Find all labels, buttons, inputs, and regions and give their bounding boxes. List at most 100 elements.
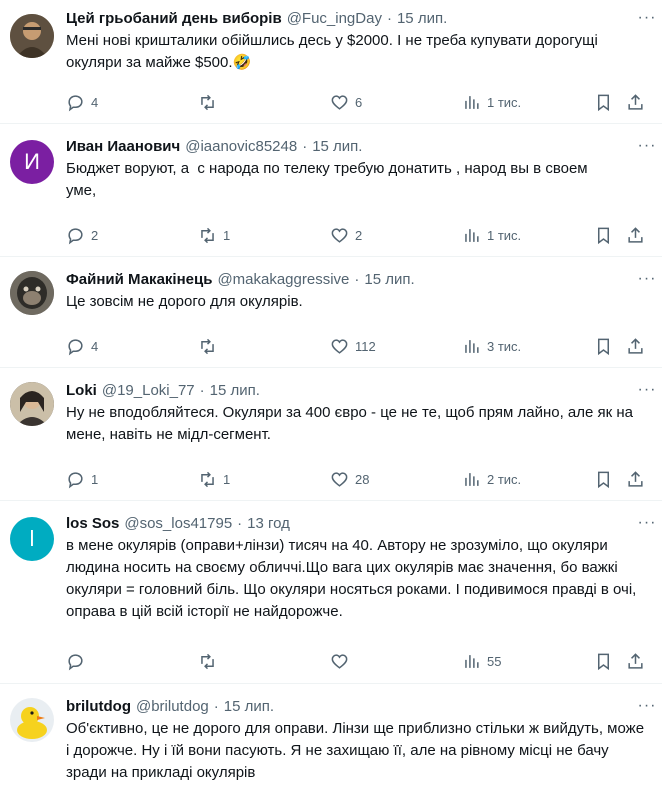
- avatar[interactable]: [10, 14, 54, 58]
- heart-icon: [331, 338, 348, 354]
- view-count: 1 тис.: [487, 94, 522, 110]
- reply-icon: [68, 338, 83, 355]
- reply-icon: [68, 227, 83, 244]
- views-button[interactable]: 1 тис.: [462, 226, 521, 245]
- tweet[interactable]: Loki @19_Loki_77 · 15 лип. Ну не вподобл…: [0, 368, 662, 501]
- timestamp[interactable]: 15 лип.: [364, 271, 414, 288]
- more-options-button[interactable]: ···: [636, 136, 658, 156]
- timestamp[interactable]: 15 лип.: [397, 10, 447, 27]
- avatar[interactable]: И: [10, 140, 54, 184]
- timestamp[interactable]: 15 лип.: [210, 382, 260, 399]
- author-handle[interactable]: @iaanovic85248: [185, 138, 297, 155]
- more-options-button[interactable]: ···: [636, 269, 658, 289]
- reply-icon: [68, 94, 83, 111]
- avatar[interactable]: [10, 698, 54, 742]
- timestamp[interactable]: 13 год: [247, 515, 290, 532]
- share-button[interactable]: [626, 226, 645, 245]
- views-button[interactable]: 55: [462, 652, 501, 671]
- retweet-icon: [201, 227, 214, 243]
- views-chart-icon: [465, 472, 479, 486]
- author-name[interactable]: Цей грьобаний день виборів: [66, 10, 282, 27]
- author-name[interactable]: los Sos: [66, 515, 119, 532]
- reply-button[interactable]: 1: [66, 470, 98, 489]
- like-button[interactable]: 112: [330, 337, 376, 356]
- reply-button[interactable]: 2: [66, 226, 98, 245]
- timestamp[interactable]: 15 лип.: [224, 698, 274, 715]
- retweet-icon: [201, 94, 214, 110]
- author-handle[interactable]: @makakaggressive: [217, 271, 349, 288]
- timestamp[interactable]: 15 лип.: [312, 138, 362, 155]
- more-options-button[interactable]: ···: [636, 513, 658, 533]
- tweet-text: Ну не вподобляйтеся. Окуляри за 400 євро…: [66, 404, 638, 443]
- author-handle[interactable]: @19_Loki_77: [102, 382, 195, 399]
- reply-button[interactable]: [66, 652, 91, 671]
- bookmark-button[interactable]: [594, 93, 613, 112]
- reply-count: 1: [91, 471, 99, 487]
- tweet-text: Бюджет воруют, а с народа по телеку треб…: [66, 160, 592, 199]
- tweet[interactable]: Файний Макакінець @makakaggressive · 15 …: [0, 257, 662, 368]
- bookmark-button[interactable]: [594, 652, 613, 671]
- reply-button[interactable]: 4: [66, 93, 98, 112]
- bookmark-icon: [597, 338, 610, 355]
- share-icon: [628, 93, 643, 110]
- bookmark-button[interactable]: [594, 337, 613, 356]
- author-name[interactable]: Файний Макакінець: [66, 271, 212, 288]
- author-handle[interactable]: @brilutdog: [136, 698, 209, 715]
- person-photo-icon: [10, 382, 54, 426]
- retweet-button[interactable]: 1: [198, 226, 230, 245]
- like-button[interactable]: [330, 652, 355, 671]
- tweet[interactable]: brilutdog @brilutdog · 15 лип. Об'єктивн…: [0, 684, 662, 795]
- bookmark-button[interactable]: [594, 226, 613, 245]
- retweet-button[interactable]: [198, 337, 223, 356]
- tweet[interactable]: И Иван Иаанович @iaanovic85248 · 15 лип.…: [0, 124, 662, 257]
- views-button[interactable]: 1 тис.: [462, 93, 521, 112]
- more-options-button[interactable]: ···: [636, 380, 658, 400]
- avatar[interactable]: l: [10, 517, 54, 561]
- heart-icon: [331, 227, 348, 243]
- more-options-button[interactable]: ···: [636, 696, 658, 716]
- retweet-button[interactable]: 1: [198, 470, 230, 489]
- author-name[interactable]: Loki: [66, 382, 97, 399]
- share-button[interactable]: [626, 470, 645, 489]
- retweet-icon: [201, 338, 214, 354]
- views-chart-icon: [465, 228, 479, 242]
- reply-count: 2: [91, 227, 99, 243]
- retweet-button[interactable]: [198, 652, 223, 671]
- views-chart-icon: [465, 339, 479, 353]
- retweet-icon: [201, 653, 214, 669]
- author-name[interactable]: Иван Иаанович: [66, 138, 180, 155]
- tweet[interactable]: Цей грьобаний день виборів @Fuc_ingDay ·…: [0, 0, 662, 124]
- views-button[interactable]: 2 тис.: [462, 470, 521, 489]
- retweet-button[interactable]: [198, 93, 223, 112]
- like-count: 2: [355, 227, 363, 243]
- share-button[interactable]: [626, 93, 645, 112]
- share-button[interactable]: [626, 652, 645, 671]
- like-button[interactable]: 28: [330, 470, 369, 489]
- share-icon: [628, 226, 643, 243]
- avatar[interactable]: [10, 382, 54, 426]
- reply-icon: [68, 471, 83, 488]
- bookmark-button[interactable]: [594, 470, 613, 489]
- author-name[interactable]: brilutdog: [66, 698, 131, 715]
- author-handle[interactable]: @sos_los41795: [124, 515, 232, 532]
- view-count: 1 тис.: [487, 227, 522, 243]
- more-options-button[interactable]: ···: [636, 8, 658, 28]
- duck-photo-icon: [10, 698, 54, 742]
- tweet-text: Це зовсім не дорого для окулярів.: [66, 293, 303, 310]
- separator-dot: ·: [354, 270, 360, 288]
- tweet-text: Мені нові кришталики обійшлись десь у $2…: [66, 32, 603, 71]
- reply-button[interactable]: 4: [66, 337, 98, 356]
- reply-icon: [68, 653, 83, 670]
- tweet[interactable]: l los Sos @sos_los41795 · 13 год в мене …: [0, 501, 662, 684]
- like-button[interactable]: 6: [330, 93, 362, 112]
- avatar[interactable]: [10, 271, 54, 315]
- separator-dot: ·: [199, 381, 205, 399]
- views-chart-icon: [465, 95, 479, 109]
- share-button[interactable]: [626, 337, 645, 356]
- author-handle[interactable]: @Fuc_ingDay: [287, 10, 382, 27]
- reply-count: 4: [91, 338, 99, 354]
- view-count: 3 тис.: [487, 338, 522, 354]
- views-button[interactable]: 3 тис.: [462, 337, 521, 356]
- like-button[interactable]: 2: [330, 226, 362, 245]
- separator-dot: ·: [213, 697, 219, 715]
